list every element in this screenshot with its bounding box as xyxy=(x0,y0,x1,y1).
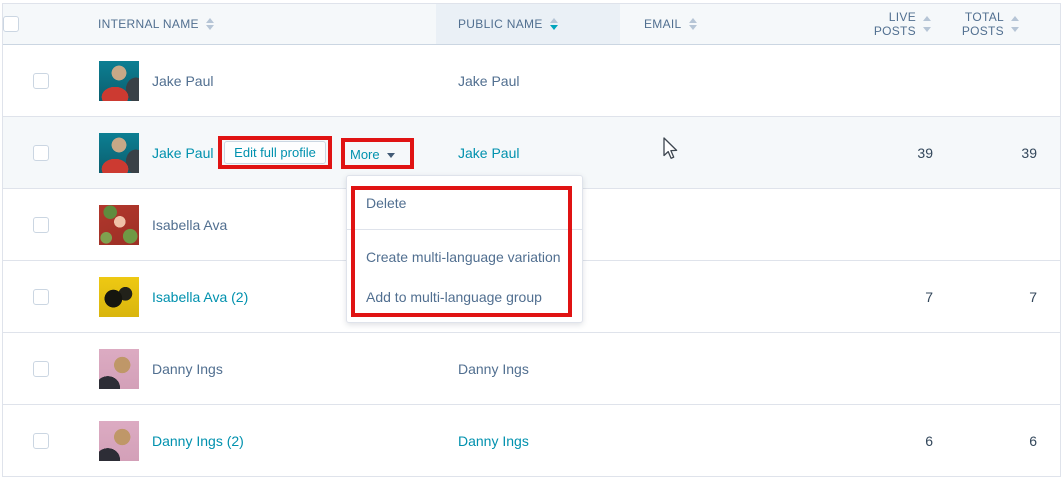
row-checkbox-cell xyxy=(3,117,73,188)
column-header-label: EMAIL xyxy=(644,17,682,31)
email-cell xyxy=(620,45,833,116)
header-checkbox-cell xyxy=(3,4,73,44)
column-header-total[interactable]: TOTALPOSTS xyxy=(943,4,1055,44)
table-row: Danny Ings Danny Ings xyxy=(3,333,1060,405)
email-cell xyxy=(620,117,833,188)
sort-down-icon xyxy=(923,27,931,32)
select-all-checkbox[interactable] xyxy=(3,16,19,32)
email-cell xyxy=(620,189,833,260)
column-header-internal[interactable]: INTERNAL NAME xyxy=(73,4,436,44)
column-header-label: PUBLIC NAME xyxy=(458,17,543,31)
sort-icons xyxy=(206,18,214,30)
total-posts-value: 7 xyxy=(1029,289,1037,305)
row-checkbox-cell xyxy=(3,333,73,404)
row-checkbox-cell xyxy=(3,189,73,260)
annotation-box-more-button xyxy=(341,138,414,169)
internal-name-cell: Danny Ings xyxy=(73,333,436,404)
live-posts-cell: 39 xyxy=(833,117,943,188)
live-posts-cell xyxy=(833,45,943,116)
sort-icons xyxy=(550,18,558,30)
internal-name-cell: Jake Paul xyxy=(73,45,436,116)
row-checkbox-cell xyxy=(3,45,73,116)
live-posts-value: 6 xyxy=(925,433,933,449)
sort-up-icon xyxy=(550,18,558,23)
live-posts-value: 7 xyxy=(925,289,933,305)
row-checkbox[interactable] xyxy=(33,217,49,233)
public-name-cell: Danny Ings xyxy=(436,333,620,404)
public-name: Danny Ings xyxy=(458,361,529,377)
column-header-label: INTERNAL NAME xyxy=(98,17,199,31)
email-cell xyxy=(620,333,833,404)
public-name-cell: Danny Ings xyxy=(436,405,620,476)
internal-name: Isabella Ava xyxy=(152,217,227,233)
avatar-isabella-ava xyxy=(99,205,139,245)
row-checkbox-cell xyxy=(3,261,73,332)
email-cell xyxy=(620,405,833,476)
table-header: INTERNAL NAME PUBLIC NAME EMAIL LIVEPOSTS TO… xyxy=(3,4,1060,45)
sort-down-icon xyxy=(689,25,697,30)
sort-icons xyxy=(1011,16,1019,32)
public-name: Jake Paul xyxy=(458,73,519,89)
sort-icons xyxy=(923,16,931,32)
live-posts-cell: 7 xyxy=(833,261,943,332)
internal-name-cell: Danny Ings (2) xyxy=(73,405,436,476)
avatar-headphones xyxy=(99,277,139,317)
avatar-danny-ings xyxy=(99,349,139,389)
sort-icons xyxy=(689,18,697,30)
column-header-public[interactable]: PUBLIC NAME xyxy=(436,4,620,44)
internal-name: Danny Ings xyxy=(152,361,223,377)
internal-name[interactable]: Danny Ings (2) xyxy=(152,433,244,449)
total-posts-cell xyxy=(943,189,1055,260)
live-posts-cell: 6 xyxy=(833,405,943,476)
sort-down-icon xyxy=(550,25,558,30)
sort-down-icon xyxy=(206,25,214,30)
sort-down-icon xyxy=(1011,27,1019,32)
row-checkbox[interactable] xyxy=(33,289,49,305)
live-posts-cell xyxy=(833,189,943,260)
total-posts-cell: 39 xyxy=(943,117,1055,188)
total-posts-cell: 6 xyxy=(943,405,1055,476)
row-checkbox[interactable] xyxy=(33,145,49,161)
column-header-label: TOTALPOSTS xyxy=(962,10,1004,38)
internal-name[interactable]: Jake Paul xyxy=(152,145,213,161)
live-posts-value: 39 xyxy=(917,145,933,161)
avatar-jake-paul xyxy=(99,61,139,101)
sort-up-icon xyxy=(923,16,931,21)
row-checkbox[interactable] xyxy=(33,361,49,377)
total-posts-cell: 7 xyxy=(943,261,1055,332)
live-posts-cell xyxy=(833,333,943,404)
row-checkbox[interactable] xyxy=(33,73,49,89)
email-cell xyxy=(620,261,833,332)
column-header-label: LIVEPOSTS xyxy=(874,10,916,38)
public-name: Jake Paul xyxy=(458,145,519,161)
total-posts-value: 39 xyxy=(1021,145,1037,161)
total-posts-cell xyxy=(943,45,1055,116)
avatar-jake-paul xyxy=(99,133,139,173)
column-header-email[interactable]: EMAIL xyxy=(620,4,833,44)
sort-up-icon xyxy=(1011,16,1019,21)
internal-name: Jake Paul xyxy=(152,73,213,89)
public-name-cell: Jake Paul xyxy=(436,45,620,116)
public-name: Danny Ings xyxy=(458,433,529,449)
table-row: Jake Paul Jake Paul xyxy=(3,45,1060,117)
sort-up-icon xyxy=(206,18,214,23)
row-checkbox-cell xyxy=(3,405,73,476)
sort-up-icon xyxy=(689,18,697,23)
total-posts-value: 6 xyxy=(1029,433,1037,449)
mouse-cursor-icon xyxy=(660,137,680,161)
internal-name[interactable]: Isabella Ava (2) xyxy=(152,289,248,305)
column-header-live[interactable]: LIVEPOSTS xyxy=(833,4,943,44)
annotation-box-edit-full-profile xyxy=(218,136,332,169)
table-row: Danny Ings (2) Danny Ings 6 6 xyxy=(3,405,1060,477)
row-checkbox[interactable] xyxy=(33,433,49,449)
total-posts-cell xyxy=(943,333,1055,404)
annotation-box-dropdown-menu xyxy=(351,186,572,317)
blog-authors-table-screen: INTERNAL NAME PUBLIC NAME EMAIL LIVEPOSTS TO… xyxy=(0,0,1064,483)
avatar-danny-ings xyxy=(99,421,139,461)
